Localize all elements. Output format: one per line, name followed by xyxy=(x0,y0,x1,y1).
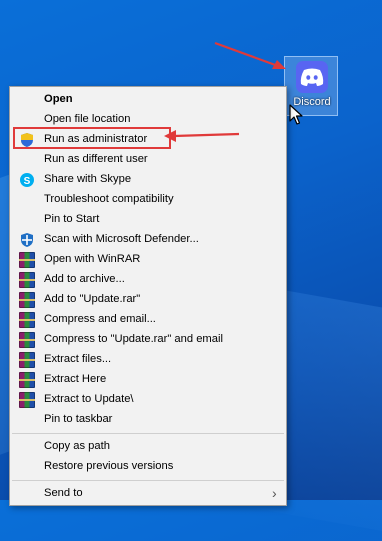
menu-separator xyxy=(12,480,284,481)
menu-item-send-to[interactable]: Send to › xyxy=(10,484,286,504)
menu-item-scan-with-defender[interactable]: Scan with Microsoft Defender... xyxy=(10,230,286,250)
menu-item-extract-to-update[interactable]: Extract to Update\ xyxy=(10,390,286,410)
menu-item-run-as-different-user[interactable]: Run as different user xyxy=(10,150,286,170)
menu-item-add-to-update-rar[interactable]: Add to "Update.rar" xyxy=(10,290,286,310)
menu-item-open-with-winrar[interactable]: Open with WinRAR xyxy=(10,250,286,270)
chevron-right-icon: › xyxy=(272,485,277,501)
winrar-icon xyxy=(19,272,35,288)
menu-item-pin-to-start[interactable]: Pin to Start xyxy=(10,210,286,230)
menu-item-copy-as-path[interactable]: Copy as path xyxy=(10,437,286,457)
menu-item-pin-to-taskbar[interactable]: Pin to taskbar xyxy=(10,410,286,430)
winrar-icon xyxy=(19,352,35,368)
winrar-icon xyxy=(19,312,35,328)
menu-item-open[interactable]: Open xyxy=(10,90,286,110)
menu-separator xyxy=(12,433,284,434)
menu-item-compress-and-email[interactable]: Compress and email... xyxy=(10,310,286,330)
run-as-admin-highlight-box xyxy=(13,127,171,149)
context-menu: Open Open file location Run as administr… xyxy=(9,86,287,506)
menu-item-add-to-archive[interactable]: Add to archive... xyxy=(10,270,286,290)
menu-item-share-with-skype[interactable]: S Share with Skype xyxy=(10,170,286,190)
menu-item-compress-to-update-rar-and-email[interactable]: Compress to "Update.rar" and email xyxy=(10,330,286,350)
winrar-icon xyxy=(19,332,35,348)
menu-item-troubleshoot-compatibility[interactable]: Troubleshoot compatibility xyxy=(10,190,286,210)
winrar-icon xyxy=(19,292,35,308)
winrar-icon xyxy=(19,372,35,388)
mouse-pointer-icon xyxy=(289,104,303,125)
annotation-arrow-to-icon xyxy=(214,41,286,69)
winrar-icon xyxy=(19,252,35,268)
defender-icon xyxy=(21,233,33,247)
menu-item-extract-files[interactable]: Extract files... xyxy=(10,350,286,370)
discord-logo-icon xyxy=(296,61,328,93)
skype-icon: S xyxy=(20,173,34,187)
menu-item-restore-previous-versions[interactable]: Restore previous versions xyxy=(10,457,286,477)
menu-item-extract-here[interactable]: Extract Here xyxy=(10,370,286,390)
winrar-icon xyxy=(19,392,35,408)
svg-text:S: S xyxy=(24,176,31,187)
